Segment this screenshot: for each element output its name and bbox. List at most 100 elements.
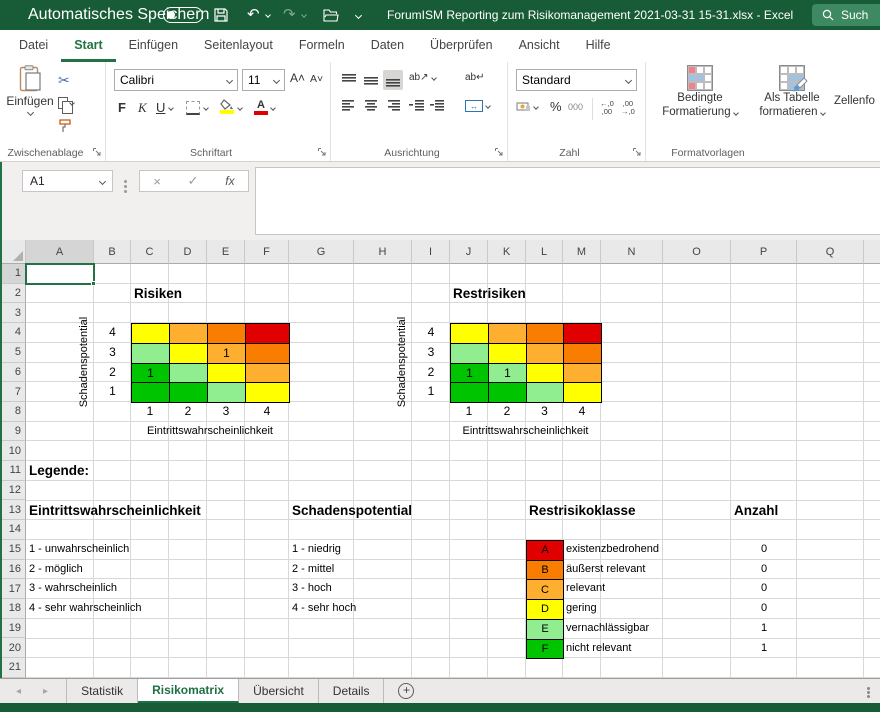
column-header-Q[interactable]: Q xyxy=(797,240,864,264)
column-header-A[interactable]: A xyxy=(26,240,94,264)
cancel-icon[interactable]: × xyxy=(153,174,161,189)
ribbon-tab-daten[interactable]: Daten xyxy=(358,30,417,62)
matrix-cell[interactable] xyxy=(131,323,170,344)
matrix-cell[interactable] xyxy=(245,323,290,344)
matrix-cell[interactable]: 1 xyxy=(450,363,489,384)
ribbon-tab-überprüfen[interactable]: Überprüfen xyxy=(417,30,506,62)
matrix-cell[interactable] xyxy=(563,363,602,384)
percent-style-button[interactable]: % xyxy=(550,99,562,114)
increase-indent-button[interactable] xyxy=(427,96,447,116)
matrix-cell[interactable] xyxy=(488,343,527,364)
row-header-18[interactable]: 18 xyxy=(2,599,26,619)
cell-styles-button[interactable]: Zellenfo xyxy=(834,65,880,108)
align-left-button[interactable] xyxy=(339,96,359,116)
row-header-3[interactable]: 3 xyxy=(2,303,26,323)
undo-dropdown-icon[interactable] xyxy=(265,12,271,18)
matrix-cell[interactable] xyxy=(526,363,564,384)
select-all-corner[interactable] xyxy=(2,240,26,264)
orientation-button[interactable]: ab↗ xyxy=(409,72,436,83)
row-header-4[interactable]: 4 xyxy=(2,323,26,343)
row-header-21[interactable]: 21 xyxy=(2,658,26,678)
align-right-button[interactable] xyxy=(383,96,403,116)
matrix-cell[interactable] xyxy=(563,323,602,344)
column-header-L[interactable]: L xyxy=(526,240,563,264)
column-header-F[interactable]: F xyxy=(245,240,289,264)
decrease-decimal-button[interactable]: ,00→,0 xyxy=(621,100,635,115)
matrix-cell[interactable] xyxy=(526,343,564,364)
quick-access-dropdown-icon[interactable] xyxy=(355,11,362,18)
ribbon-tab-start[interactable]: Start xyxy=(61,30,115,62)
font-name-combo[interactable]: Calibri xyxy=(114,69,238,91)
column-header-P[interactable]: P xyxy=(731,240,797,264)
align-top-button[interactable] xyxy=(339,70,359,90)
matrix-cell[interactable] xyxy=(450,323,489,344)
column-header-C[interactable]: C xyxy=(131,240,169,264)
dialog-launcher-icon[interactable] xyxy=(92,147,102,157)
row-header-7[interactable]: 7 xyxy=(2,382,26,402)
row-header-16[interactable]: 16 xyxy=(2,560,26,580)
matrix-cell[interactable] xyxy=(131,343,170,364)
dialog-launcher-icon[interactable] xyxy=(632,147,642,157)
ribbon-tab-ansicht[interactable]: Ansicht xyxy=(506,30,573,62)
matrix-cell[interactable] xyxy=(245,382,290,403)
matrix-cell[interactable] xyxy=(169,343,208,364)
underline-button[interactable]: U xyxy=(156,100,165,115)
borders-button[interactable] xyxy=(186,101,200,115)
sheet-tab-statistik[interactable]: Statistik xyxy=(67,679,138,703)
formula-input[interactable] xyxy=(255,167,880,235)
matrix-cell[interactable] xyxy=(207,323,246,344)
matrix-cell[interactable] xyxy=(131,382,170,403)
column-header-E[interactable]: E xyxy=(207,240,245,264)
wrap-text-button[interactable]: ab↵ xyxy=(465,72,485,83)
comma-style-button[interactable]: 000 xyxy=(568,102,583,112)
column-header-partial[interactable] xyxy=(864,240,880,264)
matrix-cell[interactable] xyxy=(169,382,208,403)
undo-icon[interactable]: ↶ xyxy=(247,0,260,30)
format-painter-button[interactable] xyxy=(58,116,92,136)
matrix-cell[interactable] xyxy=(169,323,208,344)
column-header-K[interactable]: K xyxy=(488,240,526,264)
font-size-combo[interactable]: 11 xyxy=(242,69,285,91)
matrix-cell[interactable] xyxy=(245,363,290,384)
ribbon-tab-seitenlayout[interactable]: Seitenlayout xyxy=(191,30,286,62)
bold-button[interactable]: F xyxy=(118,100,126,115)
row-header-17[interactable]: 17 xyxy=(2,579,26,599)
matrix-cell[interactable]: 1 xyxy=(488,363,527,384)
column-header-B[interactable]: B xyxy=(94,240,131,264)
increase-decimal-button[interactable]: ←,0,00 xyxy=(600,100,614,115)
row-header-13[interactable]: 13 xyxy=(2,500,26,520)
cut-button[interactable]: ✂ xyxy=(58,70,92,90)
save-icon[interactable] xyxy=(214,0,228,30)
folder-icon[interactable] xyxy=(323,0,339,30)
borders-dropdown-icon[interactable] xyxy=(203,105,209,111)
next-sheet-icon[interactable]: ▸ xyxy=(43,686,48,697)
shrink-font-button[interactable]: A˅ xyxy=(310,73,323,85)
matrix-cell[interactable]: 1 xyxy=(131,363,170,384)
row-header-10[interactable]: 10 xyxy=(2,441,26,461)
row-header-20[interactable]: 20 xyxy=(2,638,26,658)
dialog-launcher-icon[interactable] xyxy=(317,147,327,157)
column-header-G[interactable]: G xyxy=(289,240,354,264)
sheet-tab-übersicht[interactable]: Übersicht xyxy=(239,679,319,703)
matrix-cell[interactable] xyxy=(563,382,602,403)
matrix-cell[interactable] xyxy=(207,382,246,403)
matrix-cell[interactable] xyxy=(526,323,564,344)
row-header-19[interactable]: 19 xyxy=(2,619,26,639)
font-color-dropdown-icon[interactable] xyxy=(270,105,276,111)
fill-handle[interactable] xyxy=(91,281,96,286)
format-as-table-button[interactable]: Als Tabelle formatieren xyxy=(748,65,836,119)
font-color-button[interactable]: A xyxy=(254,99,268,115)
row-header-5[interactable]: 5 xyxy=(2,343,26,363)
grow-font-button[interactable]: A˄ xyxy=(290,71,305,85)
autosave-toggle[interactable] xyxy=(163,7,203,23)
row-header-11[interactable]: 11 xyxy=(2,461,26,481)
conditional-formatting-button[interactable]: Bedingte Formatierung xyxy=(654,65,746,119)
align-bottom-button[interactable] xyxy=(383,70,403,90)
matrix-cell[interactable] xyxy=(245,343,290,364)
ribbon-tab-einfügen[interactable]: Einfügen xyxy=(116,30,191,62)
row-header-1[interactable]: 1 xyxy=(2,264,26,284)
paste-dropdown-icon[interactable] xyxy=(26,109,33,116)
row-header-8[interactable]: 8 xyxy=(2,402,26,422)
matrix-cell[interactable] xyxy=(488,323,527,344)
column-header-I[interactable]: I xyxy=(412,240,450,264)
